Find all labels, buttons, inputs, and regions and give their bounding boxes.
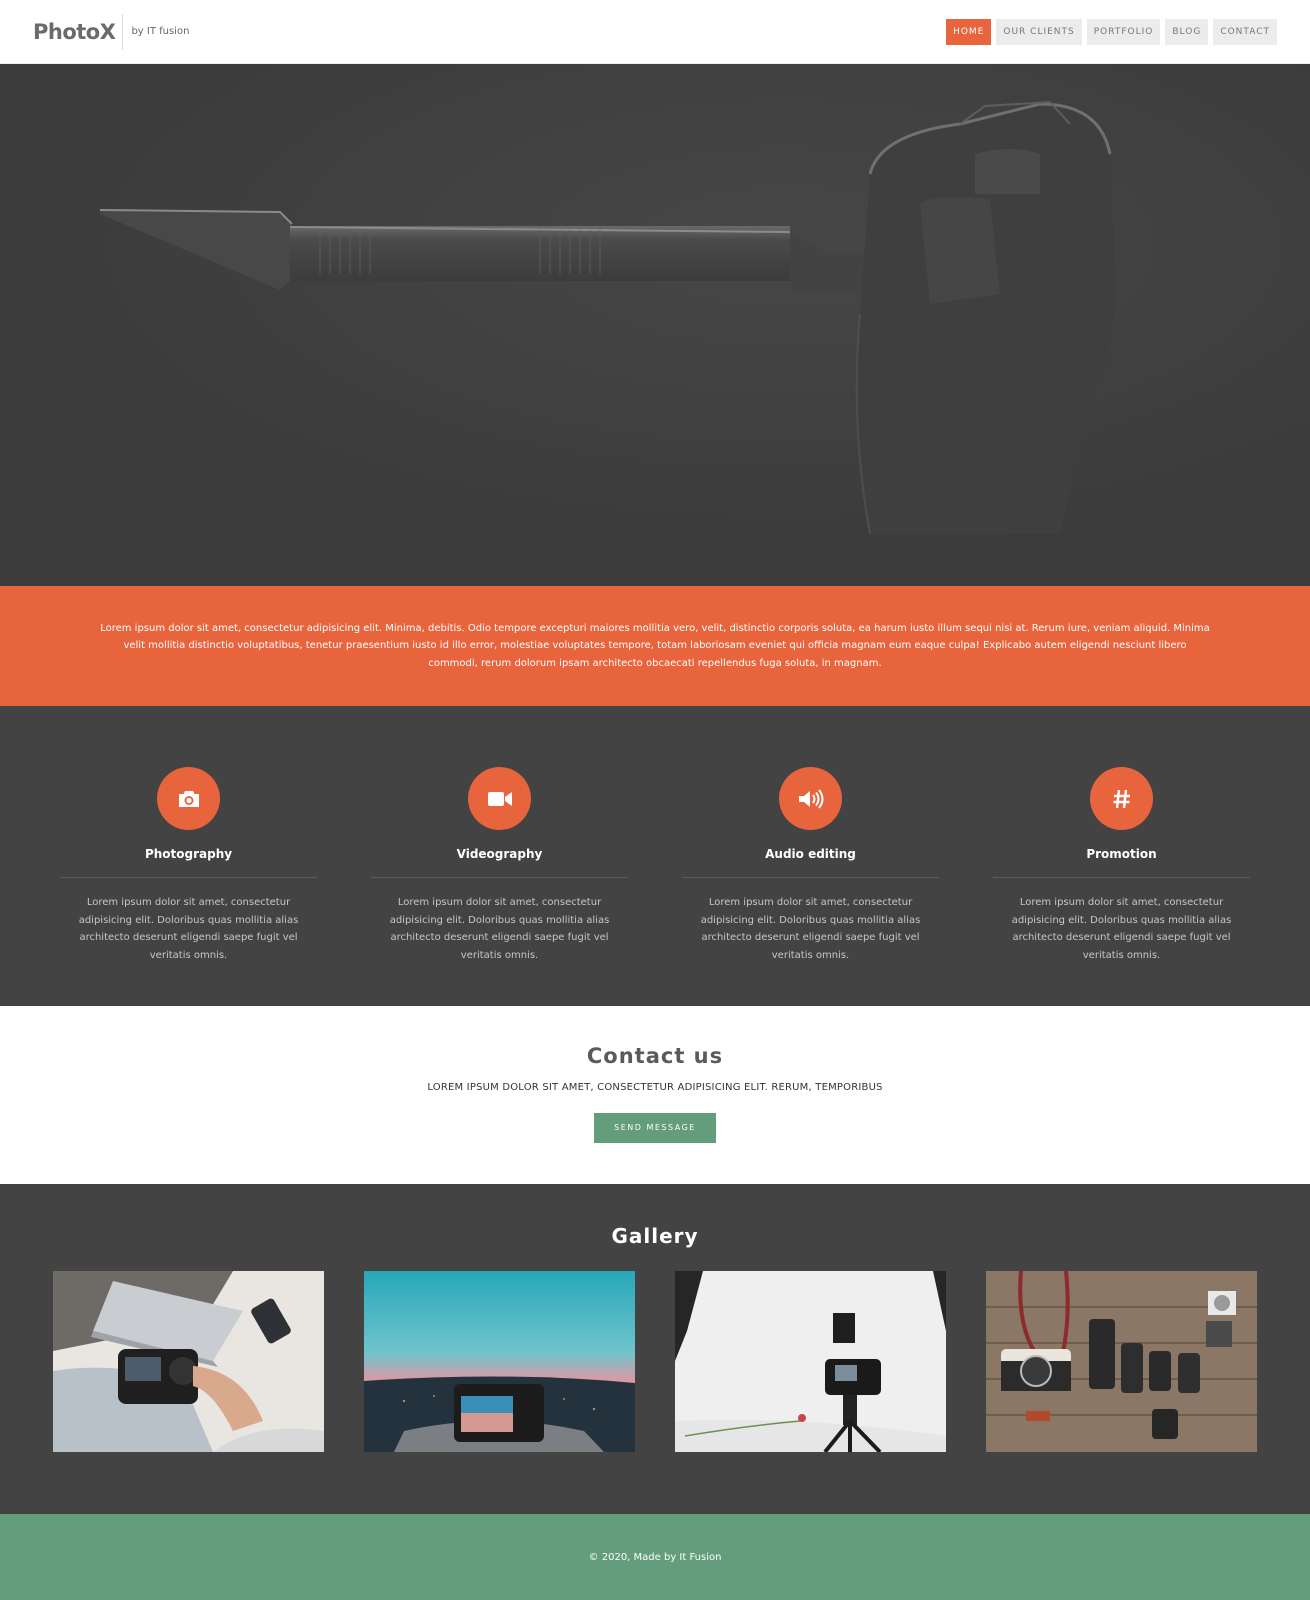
send-message-button[interactable]: SEND MESSAGE (594, 1113, 716, 1143)
nav-item-our-clients[interactable]: OUR CLIENTS (996, 18, 1082, 45)
service-description: Lorem ipsum dolor sit amet, consectetur … (78, 897, 299, 961)
service-card: Audio editing Lorem ipsum dolor sit amet… (682, 767, 939, 1006)
brand[interactable]: PhotoX by IT fusion (33, 13, 190, 50)
site-header: PhotoX by IT fusion HOME OUR CLIENTS POR… (0, 0, 1310, 64)
divider (60, 877, 317, 878)
video-camera-icon (468, 767, 531, 830)
divider (993, 877, 1250, 878)
hero-banner (0, 64, 1310, 586)
volume-icon (779, 767, 842, 830)
site-footer: © 2020, Made by It Fusion (0, 1514, 1310, 1600)
service-card: Photography Lorem ipsum dolor sit amet, … (60, 767, 317, 1006)
nav-item-home[interactable]: HOME (946, 18, 992, 45)
divider (371, 877, 628, 878)
intro-text: Lorem ipsum dolor sit amet, consectetur … (100, 622, 1210, 669)
gallery-title: Gallery (611, 1224, 699, 1248)
hero-camera-image (0, 64, 1310, 586)
service-title: Photography (144, 847, 233, 861)
gallery-image-sunset-camera[interactable] (364, 1271, 635, 1452)
main-nav: HOME OUR CLIENTS PORTFOLIO BLOG CONTACT (946, 18, 1277, 45)
intro-band: Lorem ipsum dolor sit amet, consectetur … (0, 586, 1310, 706)
nav-item-blog[interactable]: BLOG (1165, 18, 1209, 45)
nav-item-contact[interactable]: CONTACT (1213, 18, 1277, 45)
footer-copyright: © 2020, Made by It Fusion (588, 1551, 722, 1563)
service-description: Lorem ipsum dolor sit amet, consectetur … (1011, 897, 1232, 961)
gallery-section: Gallery (0, 1184, 1310, 1514)
tagline: by IT fusion (131, 26, 190, 37)
service-title: Audio editing (765, 847, 856, 861)
service-card: Videography Lorem ipsum dolor sit amet, … (371, 767, 628, 1006)
service-title: Videography (456, 847, 543, 861)
gallery-image-laptop-camera[interactable] (53, 1271, 324, 1452)
nav-item-portfolio[interactable]: PORTFOLIO (1086, 18, 1161, 45)
service-description: Lorem ipsum dolor sit amet, consectetur … (700, 897, 921, 961)
logo[interactable]: PhotoX (33, 20, 116, 44)
gallery-image-studio-tripod[interactable] (675, 1271, 946, 1452)
divider (682, 877, 939, 878)
service-description: Lorem ipsum dolor sit amet, consectetur … (389, 897, 610, 961)
contact-subtitle: LOREM IPSUM DOLOR SIT AMET, CONSECTETUR … (427, 1082, 883, 1093)
services-section: Photography Lorem ipsum dolor sit amet, … (0, 706, 1310, 1006)
gallery-image-camera-flatlay[interactable] (986, 1271, 1257, 1452)
contact-section: Contact us LOREM IPSUM DOLOR SIT AMET, C… (0, 1006, 1310, 1184)
camera-icon (157, 767, 220, 830)
service-card: Promotion Lorem ipsum dolor sit amet, co… (993, 767, 1250, 1006)
gallery-grid (0, 1271, 1310, 1452)
service-title: Promotion (1086, 847, 1157, 861)
hashtag-icon (1090, 767, 1153, 830)
contact-title: Contact us (586, 1044, 724, 1068)
brand-divider (122, 13, 124, 50)
